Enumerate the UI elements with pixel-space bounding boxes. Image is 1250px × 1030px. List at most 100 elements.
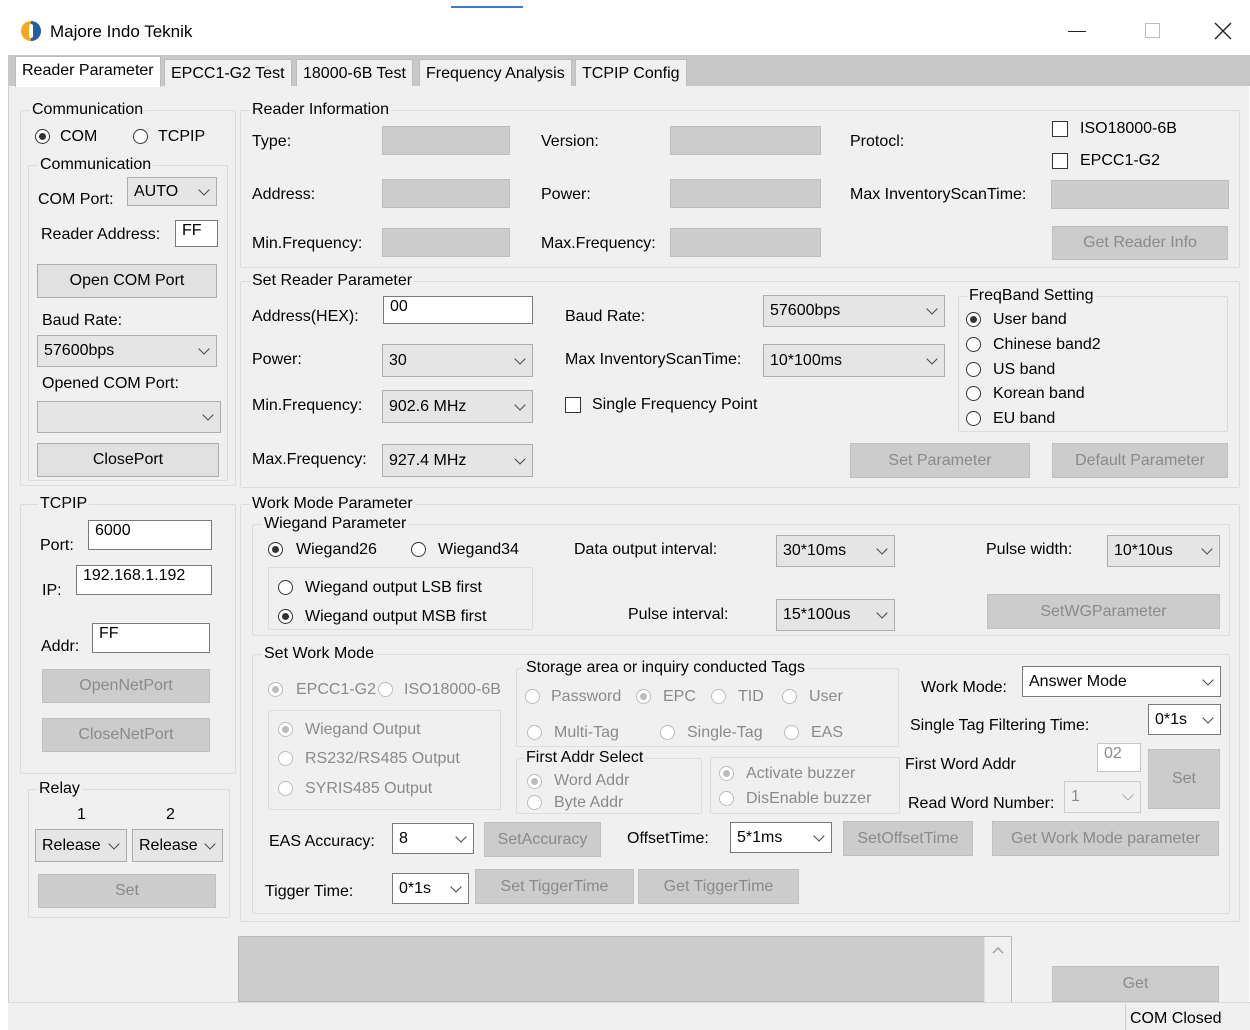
pulse-interval-select[interactable]: 15*100us xyxy=(776,599,895,631)
iso18000-6b-checkbox[interactable] xyxy=(1052,121,1068,137)
set-max-frequency-select[interactable]: 927.4 MHz xyxy=(382,444,533,477)
word-addr-radio[interactable] xyxy=(527,774,542,789)
set-offset-time-button[interactable]: SetOffsetTime xyxy=(843,821,973,856)
eas-radio[interactable] xyxy=(784,725,799,740)
rs232-output-radio[interactable] xyxy=(278,751,293,766)
set-power-select[interactable]: 30 xyxy=(382,344,533,377)
epcc1-g2-mode-radio[interactable] xyxy=(268,682,283,697)
tigger-time-select[interactable]: 0*1s xyxy=(392,873,469,904)
relay2-select[interactable]: Release xyxy=(132,829,223,862)
get-reader-info-button[interactable]: Get Reader Info xyxy=(1052,226,1228,260)
msb-first-radio[interactable] xyxy=(278,609,293,624)
set-work-mode-title: Set Work Mode xyxy=(262,645,376,663)
disable-buzzer-radio[interactable] xyxy=(719,791,734,806)
close-net-port-button[interactable]: CloseNetPort xyxy=(42,718,210,752)
maximize-icon[interactable] xyxy=(1145,23,1160,38)
single-tag-radio[interactable] xyxy=(660,725,675,740)
chevron-down-icon xyxy=(108,837,120,850)
tab-reader-parameter[interactable]: Reader Parameter xyxy=(15,56,161,87)
chinese-band2-radio[interactable] xyxy=(966,337,981,352)
com-port-select[interactable]: AUTO xyxy=(127,177,217,206)
default-parameter-button[interactable]: Default Parameter xyxy=(1052,443,1228,478)
set-parameter-button[interactable]: Set Parameter xyxy=(850,443,1030,478)
close-port-button[interactable]: ClosePort xyxy=(37,443,219,477)
reader-information-title: Reader Information xyxy=(250,101,391,119)
iso18000-6b-mode-radio[interactable] xyxy=(378,682,393,697)
minimize-icon[interactable] xyxy=(1068,31,1086,32)
address-label: Address: xyxy=(252,186,316,203)
set-tigger-time-button[interactable]: Set TiggerTime xyxy=(475,869,634,904)
chevron-down-icon xyxy=(198,183,210,196)
activate-buzzer-radio[interactable] xyxy=(719,766,734,781)
tab-tcpip-config[interactable]: TCPIP Config xyxy=(575,59,687,86)
chevron-down-icon xyxy=(876,543,888,555)
set-baud-rate-select[interactable]: 57600bps xyxy=(763,295,945,327)
work-mode-select[interactable]: Answer Mode xyxy=(1022,666,1221,697)
log-scrollbar[interactable] xyxy=(984,937,1011,1002)
work-mode-set-button[interactable]: Set xyxy=(1148,749,1220,809)
word-addr-label: Word Addr xyxy=(554,772,630,789)
korean-band-radio[interactable] xyxy=(966,386,981,401)
first-addr-select-title: First Addr Select xyxy=(524,749,646,767)
pulse-width-select[interactable]: 10*10us xyxy=(1107,535,1220,567)
rs232-output-label: RS232/RS485 Output xyxy=(305,750,460,767)
wiegand26-radio[interactable] xyxy=(268,542,283,557)
eu-band-radio[interactable] xyxy=(966,411,981,426)
get-work-mode-parameter-button[interactable]: Get Work Mode parameter xyxy=(992,821,1219,856)
read-word-number-select[interactable]: 1 xyxy=(1064,781,1141,813)
syris485-output-radio[interactable] xyxy=(278,781,293,796)
password-radio[interactable] xyxy=(525,689,540,704)
eas-accuracy-select[interactable]: 8 xyxy=(392,823,474,854)
close-icon[interactable] xyxy=(1214,22,1232,40)
tcpip-ip-input[interactable]: 192.168.1.192 xyxy=(76,565,212,595)
get-tigger-time-button[interactable]: Get TiggerTime xyxy=(638,869,799,904)
tcpip-title: TCPIP xyxy=(38,495,90,513)
get-button[interactable]: Get xyxy=(1052,966,1219,1002)
user-band-radio[interactable] xyxy=(966,312,981,327)
com-radio[interactable] xyxy=(35,129,50,144)
tab-18000-6b-test[interactable]: 18000-6B Test xyxy=(296,59,413,86)
opened-com-port-label: Opened COM Port: xyxy=(42,375,179,392)
epcc1-g2-label: EPCC1-G2 xyxy=(1080,152,1161,169)
scroll-up-icon[interactable] xyxy=(992,946,1004,954)
reader-address-input[interactable]: FF xyxy=(175,220,218,247)
baud-rate-select[interactable]: 57600bps xyxy=(37,335,217,367)
epc-radio[interactable] xyxy=(636,689,651,704)
tcpip-addr-input[interactable]: FF xyxy=(92,623,210,653)
opened-com-port-select[interactable] xyxy=(37,401,221,433)
relay-set-button[interactable]: Set xyxy=(38,874,216,908)
single-frequency-checkbox[interactable] xyxy=(565,397,581,413)
us-band-label: US band xyxy=(993,361,1056,378)
tid-radio[interactable] xyxy=(711,689,726,704)
tab-frequency-analysis[interactable]: Frequency Analysis xyxy=(419,59,572,86)
open-com-port-button[interactable]: Open COM Port xyxy=(37,264,217,298)
epcc1-g2-checkbox[interactable] xyxy=(1052,153,1068,169)
chevron-down-icon xyxy=(204,837,216,850)
set-min-frequency-select[interactable]: 902.6 MHz xyxy=(382,390,533,423)
tab-epcc1-g2-test[interactable]: EPCC1-G2 Test xyxy=(164,59,292,86)
read-word-number-label: Read Word Number: xyxy=(908,795,1055,812)
chevron-down-icon xyxy=(1202,673,1214,686)
status-divider xyxy=(1125,1004,1126,1030)
wiegand34-radio[interactable] xyxy=(411,542,426,557)
log-area[interactable] xyxy=(238,936,1012,1002)
offset-time-select[interactable]: 5*1ms xyxy=(730,822,832,853)
address-hex-input[interactable]: 00 xyxy=(383,296,533,324)
single-frequency-label: Single Frequency Point xyxy=(592,396,758,413)
first-word-addr-input[interactable]: 02 xyxy=(1097,743,1141,772)
open-net-port-button[interactable]: OpenNetPort xyxy=(42,669,210,703)
data-output-interval-select[interactable]: 30*10ms xyxy=(776,535,895,567)
tcpip-port-input[interactable]: 6000 xyxy=(88,520,212,550)
set-accuracy-button[interactable]: SetAccuracy xyxy=(484,822,601,857)
relay1-select[interactable]: Release xyxy=(35,829,127,862)
user-radio[interactable] xyxy=(782,689,797,704)
lsb-first-radio[interactable] xyxy=(278,580,293,595)
set-wg-parameter-button[interactable]: SetWGParameter xyxy=(987,594,1220,629)
us-band-radio[interactable] xyxy=(966,362,981,377)
single-tag-filtering-select[interactable]: 0*1s xyxy=(1148,704,1221,735)
set-max-inventory-select[interactable]: 10*100ms xyxy=(763,344,945,377)
tcpip-radio[interactable] xyxy=(133,129,148,144)
byte-addr-radio[interactable] xyxy=(527,795,542,810)
wiegand-output-radio[interactable] xyxy=(278,722,293,737)
multi-tag-radio[interactable] xyxy=(527,725,542,740)
